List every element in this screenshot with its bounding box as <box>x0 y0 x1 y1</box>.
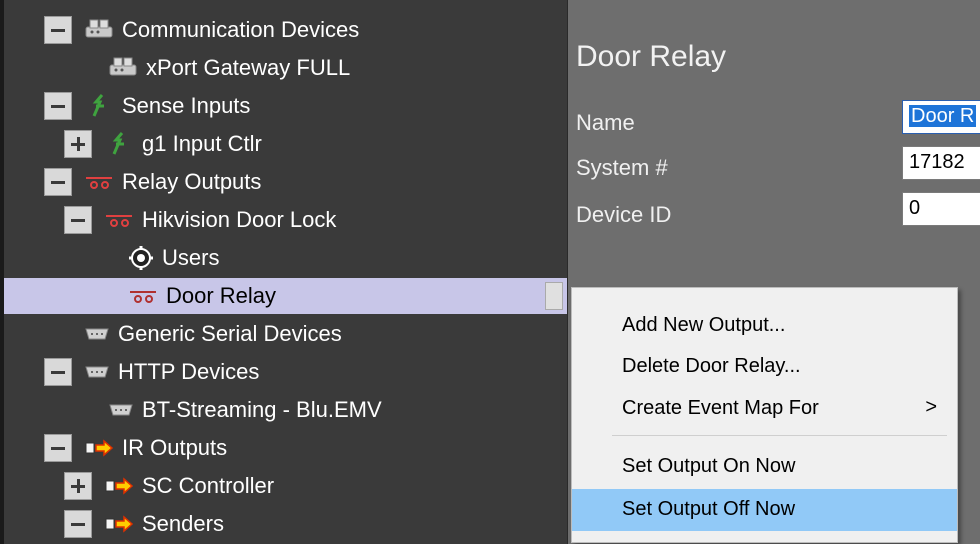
expand-toggle-icon[interactable] <box>64 472 92 500</box>
menu-item-set-output-off[interactable]: Set Output Off Now <box>572 489 957 531</box>
tree-item-door-relay[interactable]: Door Relay <box>4 278 567 314</box>
device-id-label: Device ID <box>576 202 672 227</box>
name-field[interactable]: Door R <box>902 100 980 134</box>
collapse-toggle-icon[interactable] <box>64 510 92 538</box>
tree-item-label: Relay Outputs <box>122 169 262 194</box>
menu-item-delete-door-relay[interactable]: Delete Door Relay... <box>572 346 957 386</box>
tree-item-label: Door Relay <box>166 283 277 308</box>
serial-port-icon <box>84 364 110 380</box>
submenu-arrow-icon: > <box>925 396 937 418</box>
tree-item-g1-input-ctlr[interactable]: g1 Input Ctlr <box>4 126 567 162</box>
tree-item-xport-gateway[interactable]: xPort Gateway FULL <box>4 50 567 86</box>
ir-output-icon <box>104 476 134 496</box>
menu-separator <box>612 435 947 436</box>
gear-icon <box>128 245 154 271</box>
network-device-icon <box>84 17 114 43</box>
tree-item-label: Hikvision Door Lock <box>142 207 337 232</box>
panel-title: Door Relay <box>576 40 727 73</box>
tree-item-hikvision-door-lock[interactable]: Hikvision Door Lock <box>4 202 567 238</box>
network-device-icon <box>108 55 138 81</box>
ir-output-icon <box>84 438 114 458</box>
tree-item-label: Generic Serial Devices <box>118 321 342 346</box>
collapse-toggle-icon[interactable] <box>44 358 72 386</box>
device-tree[interactable]: Communication Devices xPort Gateway FULL… <box>4 0 568 544</box>
collapse-toggle-icon[interactable] <box>64 206 92 234</box>
tree-item-sense-inputs[interactable]: Sense Inputs <box>4 88 567 124</box>
menu-item-label: Delete Door Relay... <box>622 355 801 377</box>
system-number-label: System # <box>576 155 668 180</box>
ir-output-icon <box>104 514 134 534</box>
row-overflow-handle[interactable] <box>545 282 563 310</box>
name-field-value: Door R <box>909 105 977 127</box>
device-id-field[interactable]: 0 <box>902 192 980 226</box>
menu-item-add-new-output[interactable]: Add New Output... <box>572 305 957 345</box>
tree-item-ir-outputs[interactable]: IR Outputs <box>4 430 567 466</box>
serial-port-icon <box>108 402 134 418</box>
tree-item-label: Senders <box>142 511 224 536</box>
tree-item-label: SC Controller <box>142 473 275 498</box>
tree-item-communication-devices[interactable]: Communication Devices <box>4 12 567 48</box>
menu-item-label: Set Output On Now <box>622 455 796 477</box>
tree-item-label: g1 Input Ctlr <box>142 131 262 156</box>
tree-item-senders[interactable]: Senders <box>4 506 567 542</box>
expand-toggle-icon[interactable] <box>64 130 92 158</box>
relay-icon <box>84 172 114 192</box>
relay-icon <box>128 286 158 306</box>
menu-item-create-event-map[interactable]: Create Event Map For > <box>572 388 957 428</box>
collapse-toggle-icon[interactable] <box>44 16 72 44</box>
collapse-toggle-icon[interactable] <box>44 168 72 196</box>
sense-input-icon <box>104 130 134 158</box>
tree-item-relay-outputs[interactable]: Relay Outputs <box>4 164 567 200</box>
menu-item-label: Create Event Map For <box>622 397 819 419</box>
menu-item-set-output-on[interactable]: Set Output On Now <box>572 446 957 486</box>
tree-item-label: xPort Gateway FULL <box>146 55 351 80</box>
tree-item-label: HTTP Devices <box>118 359 260 384</box>
menu-item-label: Add New Output... <box>622 314 786 336</box>
tree-item-label: Communication Devices <box>122 17 360 42</box>
tree-item-label: Users <box>162 245 220 270</box>
tree-item-label: BT-Streaming - Blu.EMV <box>142 397 382 422</box>
system-number-field[interactable]: 17182 <box>902 146 980 180</box>
relay-icon <box>104 210 134 230</box>
tree-item-sc-controller[interactable]: SC Controller <box>4 468 567 504</box>
tree-item-users[interactable]: Users <box>4 240 567 276</box>
serial-port-icon <box>84 326 110 342</box>
menu-item-label: Set Output Off Now <box>622 498 796 520</box>
tree-item-http-devices[interactable]: HTTP Devices <box>4 354 567 390</box>
tree-item-bt-streaming[interactable]: BT-Streaming - Blu.EMV <box>4 392 567 428</box>
sense-input-icon <box>84 92 114 120</box>
context-menu: Add New Output... Delete Door Relay... C… <box>571 287 958 543</box>
collapse-toggle-icon[interactable] <box>44 92 72 120</box>
tree-item-label: IR Outputs <box>122 435 228 460</box>
name-label: Name <box>576 110 635 135</box>
tree-item-generic-serial-devices[interactable]: Generic Serial Devices <box>4 316 567 352</box>
tree-item-label: Sense Inputs <box>122 93 251 118</box>
collapse-toggle-icon[interactable] <box>44 434 72 462</box>
